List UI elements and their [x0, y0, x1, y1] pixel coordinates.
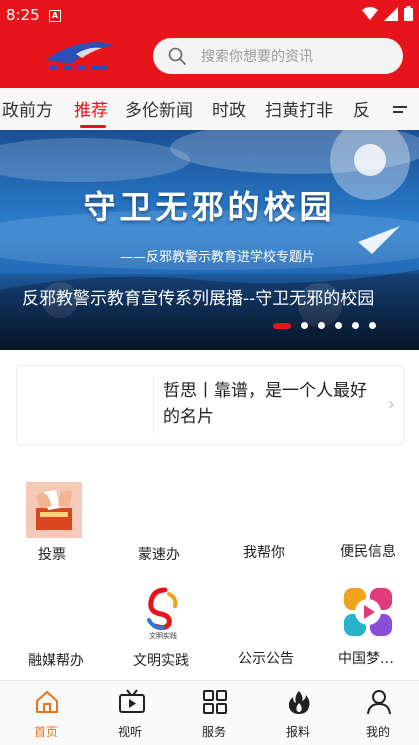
bottom-nav: 首页 视听 服务 报料 我的 [0, 680, 419, 745]
user-icon [367, 690, 391, 715]
civilization-icon-text: 文明实践 [149, 631, 177, 640]
quote-text: 哲思丨靠谱，是一个人最好的名片 [163, 381, 367, 427]
carousel-dot[interactable] [369, 322, 376, 329]
grid-icon [203, 690, 227, 714]
status-bar: 8:25 A [0, 0, 419, 32]
search-bar[interactable]: 搜索你想要的资讯 [153, 38, 403, 74]
vote-box-icon [26, 482, 82, 538]
nav-home[interactable]: 首页 [4, 681, 88, 745]
service-label: 便民信息 [340, 544, 396, 560]
nav-label: 报料 [285, 725, 310, 739]
tv-icon [119, 689, 145, 713]
app-logo-icon [46, 42, 114, 70]
carousel-dot[interactable] [318, 322, 325, 329]
nav-label: 我的 [365, 725, 390, 739]
home-icon [36, 691, 58, 713]
carousel-dot[interactable] [335, 322, 342, 329]
nav-audiovisual[interactable]: 视听 [88, 681, 172, 745]
china-dream-play-icon [344, 588, 392, 636]
banner-subtitle: ——反邪教警示教育进学校专题片 [120, 250, 316, 265]
service-label: 中国梦… [338, 651, 394, 667]
service-label: 文明实践 [133, 653, 189, 669]
carousel-dot[interactable] [301, 322, 308, 329]
nav-report[interactable]: 报料 [256, 681, 340, 745]
category-tabs: 政前方 推荐 多伦新闻 时政 扫黄打非 反 [0, 88, 419, 130]
quote-card[interactable]: 哲思丨靠谱，是一个人最好的名片 › [16, 365, 404, 445]
nav-mine[interactable]: 我的 [336, 681, 419, 745]
status-time: 8:25 [6, 6, 40, 24]
service-vote[interactable]: 投票 [0, 478, 104, 568]
system-icons [362, 6, 413, 21]
service-label: 公示公告 [238, 651, 294, 667]
tab-duolun-news[interactable]: 多伦新闻 [125, 96, 193, 121]
app-screen: 8:25 A 搜索你想要的资讯 政前方 推荐 多伦新闻 时政 扫黄打非 反 守卫… [0, 0, 419, 745]
divider [153, 376, 154, 434]
carousel-indicator [273, 322, 376, 329]
civilization-practice-icon: 文明实践 [147, 587, 178, 640]
tab-anti-porn[interactable]: 扫黄打非 [265, 96, 333, 121]
carousel-dot-active[interactable] [273, 322, 291, 329]
service-civilization-practice[interactable]: 文明实践 文明实践 [109, 584, 213, 670]
service-label: 投票 [38, 547, 66, 563]
service-convenience-info[interactable]: 便民信息 [316, 478, 419, 568]
service-label: 我帮你 [243, 545, 285, 561]
banner-caption: 反邪教警示教育宣传系列展播--守卫无邪的校园 [22, 289, 375, 309]
wifi-icon [362, 6, 378, 20]
nav-label: 视听 [117, 725, 142, 739]
fire-icon [288, 691, 310, 714]
battery-icon [404, 6, 413, 21]
nav-label: 服务 [201, 725, 226, 739]
carousel-dot[interactable] [352, 322, 359, 329]
service-label: 融媒帮办 [28, 653, 84, 669]
search-icon [168, 47, 186, 65]
service-help-you[interactable]: 我帮你 [212, 478, 316, 568]
service-mengsuban[interactable]: 蒙速办 [107, 478, 211, 568]
notification-icon: A [49, 10, 61, 22]
chevron-right-icon: › [387, 394, 395, 415]
service-public-notice[interactable]: 公示公告 [214, 584, 318, 670]
tab-recommend[interactable]: 推荐 [74, 96, 108, 121]
header: 8:25 A 搜索你想要的资讯 [0, 0, 419, 88]
active-tab-indicator [80, 125, 106, 128]
service-china-dream[interactable]: 中国梦… [314, 584, 418, 670]
service-media-help[interactable]: 融媒帮办 [4, 584, 108, 670]
nav-services[interactable]: 服务 [172, 681, 256, 745]
tab-zhengqianfang[interactable]: 政前方 [2, 96, 53, 121]
tab-anti[interactable]: 反 [353, 96, 370, 121]
banner-title: 守卫无邪的校园 [83, 188, 336, 226]
tab-politics[interactable]: 时政 [212, 96, 246, 121]
more-tabs-button[interactable] [383, 88, 419, 130]
signal-icon [384, 6, 398, 21]
banner-carousel[interactable]: 守卫无邪的校园 ——反邪教警示教育进学校专题片 反邪教警示教育宣传系列展播--守… [0, 130, 419, 350]
search-placeholder: 搜索你想要的资讯 [201, 49, 313, 65]
nav-label: 首页 [33, 725, 58, 739]
service-label: 蒙速办 [138, 547, 180, 563]
